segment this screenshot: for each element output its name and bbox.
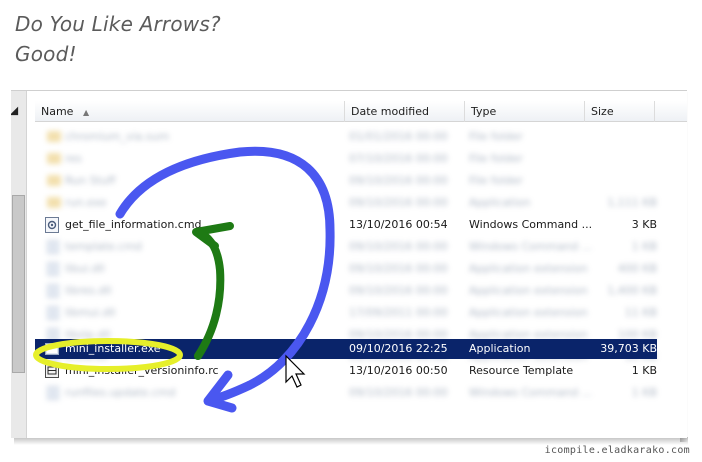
file-name: libui.dll — [65, 262, 105, 275]
file-icon — [47, 262, 59, 276]
cmd-file-icon — [45, 217, 59, 233]
folder-icon — [47, 153, 61, 164]
column-header-name[interactable]: Name ▲ — [35, 101, 345, 122]
file-name: res — [65, 152, 82, 165]
file-size: 1 KB — [631, 240, 657, 253]
file-name: libres.dll — [65, 284, 112, 297]
collapse-arrow-icon[interactable] — [11, 106, 23, 120]
file-row-blurred[interactable]: runfiles.update.cmd 09/10/2016 00:00 Win… — [35, 383, 657, 403]
file-name: chromium_via.sum — [65, 130, 170, 143]
folder-icon — [47, 197, 61, 208]
folder-icon — [47, 175, 61, 186]
file-date: 13/10/2016 00:54 — [349, 218, 448, 231]
page-title: Do You Like Arrows? — [15, 12, 221, 36]
file-type: Application — [469, 196, 531, 209]
file-icon — [47, 240, 59, 254]
file-icon — [47, 284, 59, 298]
file-name: mini_installer.exe — [65, 342, 161, 355]
column-header-name-label: Name — [41, 105, 74, 118]
column-header-date[interactable]: Date modified — [345, 101, 465, 122]
file-type: Windows Command ... — [469, 240, 593, 253]
window-shadow-bottom — [14, 437, 688, 445]
file-name: run.exe — [65, 196, 107, 209]
sort-ascending-icon: ▲ — [82, 108, 90, 117]
file-row-blurred[interactable]: run.exe 09/10/2016 00:00 Application 1,1… — [35, 193, 657, 213]
file-row-get-file-information[interactable]: get_file_information.cmd 13/10/2016 00:5… — [35, 215, 657, 235]
file-size: 1,111 KB — [607, 196, 657, 209]
file-type: Application — [469, 342, 531, 355]
file-row-mini-installer-exe[interactable]: mini_installer.exe 09/10/2016 22:25 Appl… — [35, 339, 657, 359]
file-row-mini-installer-versioninfo[interactable]: mini_installer_versioninfo.rc 13/10/2016… — [35, 361, 657, 381]
file-type: Application extension — [469, 262, 588, 275]
file-size: 39,703 KB — [600, 342, 657, 355]
explorer-window: Name ▲ Date modified Type Size chromium_… — [11, 90, 687, 438]
column-header-type[interactable]: Type — [465, 101, 585, 122]
file-row-blurred[interactable]: libmui.dll 17/09/2011 00:00 Application … — [35, 303, 657, 323]
file-type: File folder — [469, 130, 523, 143]
file-name: template.cmd — [65, 240, 142, 253]
file-type: File folder — [469, 152, 523, 165]
file-size: 1,400 KB — [607, 284, 657, 297]
file-size: 1 KB — [631, 386, 657, 399]
file-date: 13/10/2016 00:50 — [349, 364, 448, 377]
file-name: get_file_information.cmd — [65, 218, 202, 231]
file-size: 11 KB — [624, 306, 657, 319]
file-list: chromium_via.sum 01/01/2016 00:00 File f… — [35, 127, 687, 438]
file-size: 400 KB — [617, 262, 657, 275]
file-row-blurred[interactable]: template.cmd 09/10/2016 00:00 Windows Co… — [35, 237, 657, 257]
column-header-size[interactable]: Size — [585, 101, 655, 122]
file-date: 09/10/2016 00:00 — [349, 262, 448, 275]
file-date: 17/09/2011 00:00 — [349, 306, 448, 319]
watermark: icompile.eladkarako.com — [544, 445, 690, 456]
file-icon — [47, 386, 59, 400]
file-row-blurred[interactable]: libui.dll 09/10/2016 00:00 Application e… — [35, 259, 657, 279]
file-date: 09/10/2016 00:00 — [349, 386, 448, 399]
file-name: mini_installer_versioninfo.rc — [65, 364, 219, 377]
file-row-blurred[interactable]: Run Stuff 09/10/2016 00:00 File folder — [35, 171, 657, 191]
file-icon — [47, 306, 59, 320]
file-size: 1 KB — [631, 364, 657, 377]
file-date: 09/10/2016 00:00 — [349, 240, 448, 253]
file-row-blurred[interactable]: chromium_via.sum 01/01/2016 00:00 File f… — [35, 127, 657, 147]
exe-file-icon — [45, 343, 59, 355]
file-name: libmui.dll — [65, 306, 116, 319]
column-header-row: Name ▲ Date modified Type Size — [35, 101, 687, 122]
file-type: Windows Command ... — [469, 218, 593, 231]
scrollbar-thumb[interactable] — [12, 195, 25, 373]
file-type: File folder — [469, 174, 523, 187]
file-type: Resource Template — [469, 364, 574, 377]
file-name: Run Stuff — [65, 174, 116, 187]
file-row-blurred[interactable]: libres.dll 09/10/2016 00:00 Application … — [35, 281, 657, 301]
rc-file-icon — [45, 364, 59, 378]
file-date: 07/10/2016 00:00 — [349, 152, 448, 165]
file-type: Windows Command ... — [469, 386, 593, 399]
folder-icon — [47, 131, 61, 142]
file-name: runfiles.update.cmd — [65, 386, 176, 399]
file-type: Application extension — [469, 284, 588, 297]
file-date: 09/10/2016 00:00 — [349, 174, 448, 187]
file-row-blurred[interactable]: res 07/10/2016 00:00 File folder — [35, 149, 657, 169]
navigation-pane-scrollbar[interactable] — [11, 91, 27, 438]
file-date: 09/10/2016 22:25 — [349, 342, 448, 355]
page-subtitle: Good! — [15, 42, 77, 66]
file-type: Application extension — [469, 306, 588, 319]
file-size: 3 KB — [631, 218, 657, 231]
file-date: 09/10/2016 00:00 — [349, 284, 448, 297]
file-date: 09/10/2016 00:00 — [349, 196, 448, 209]
file-date: 01/01/2016 00:00 — [349, 130, 448, 143]
